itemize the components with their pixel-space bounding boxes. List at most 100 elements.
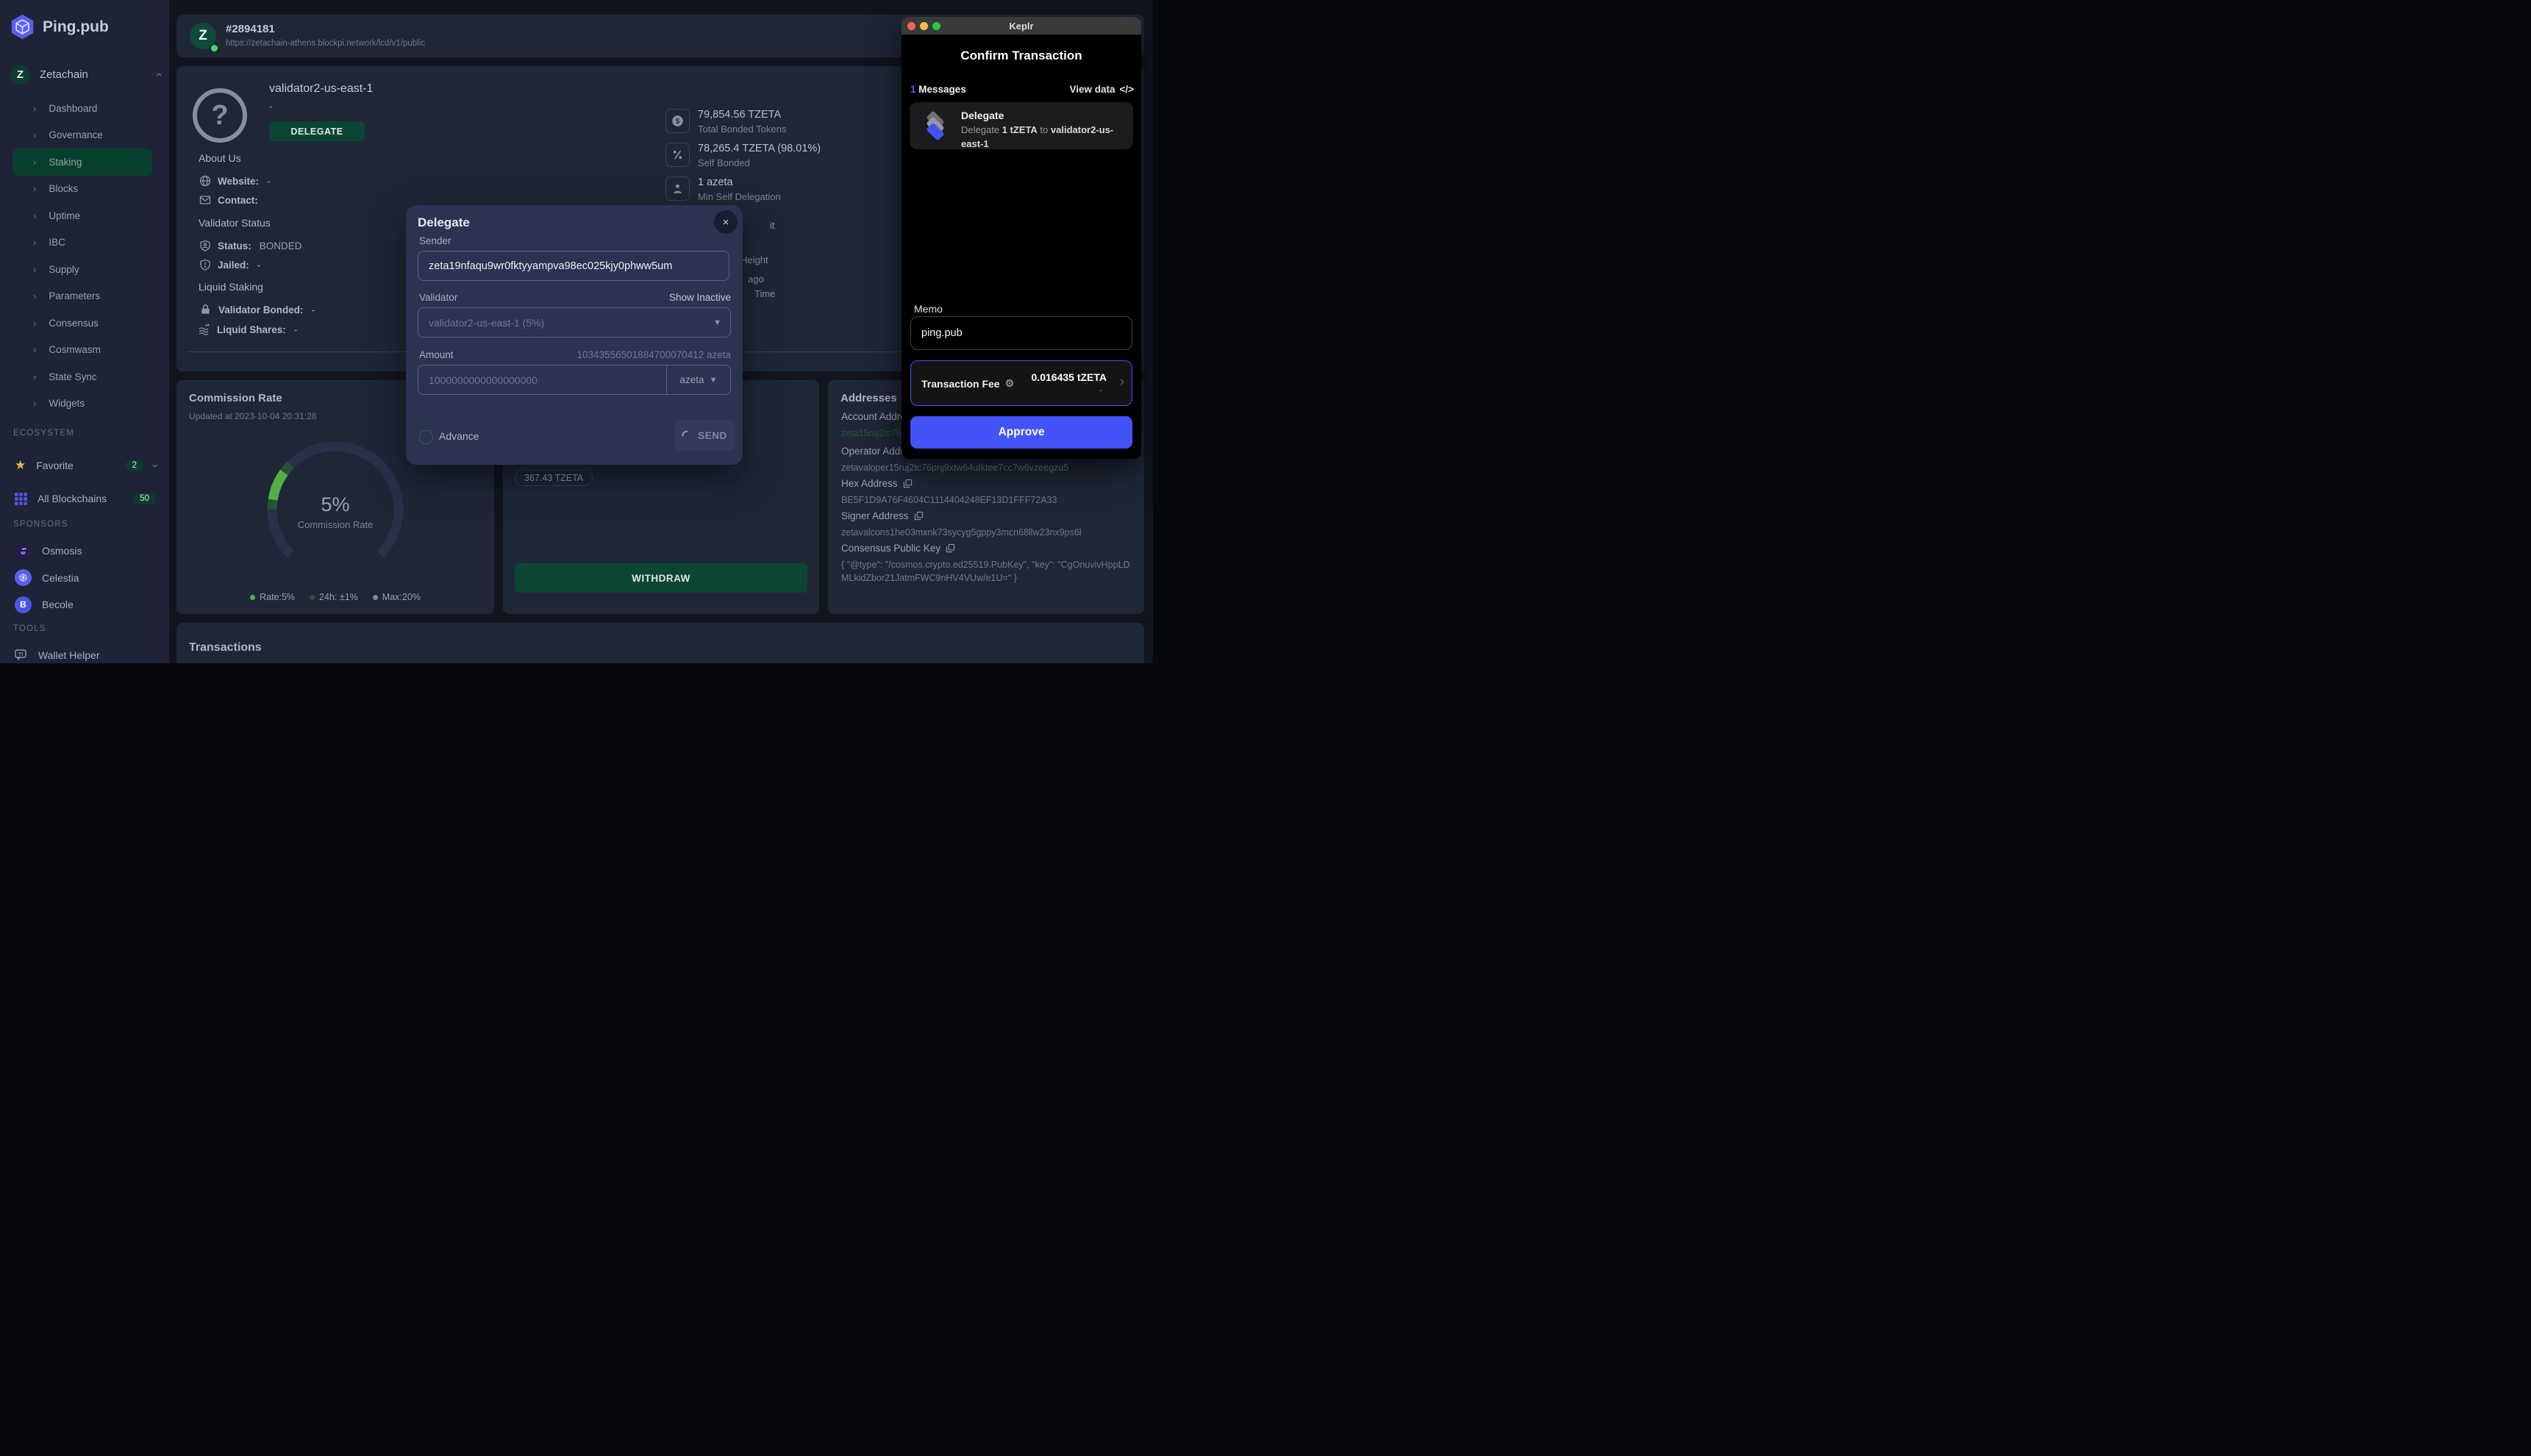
- brand[interactable]: Ping.pub: [9, 13, 109, 40]
- gauge-center: 5% Commission Rate: [247, 421, 424, 530]
- chevron-right-icon: ›: [33, 344, 36, 355]
- gauge-legend: Rate:5% 24h: ±1% Max:20%: [176, 592, 494, 602]
- jailed-row: Jailed: -: [199, 259, 260, 271]
- sidebar-item-parameters[interactable]: ›Parameters: [0, 283, 169, 310]
- sidebar-item-uptime[interactable]: ›Uptime: [0, 202, 169, 229]
- delegate-button[interactable]: DELEGATE: [269, 121, 365, 141]
- close-traffic-light[interactable]: [907, 22, 915, 30]
- amount-field: azeta▼: [418, 365, 731, 395]
- chevron-up-icon: ›: [152, 73, 165, 76]
- sidebar-item-favorite[interactable]: ★ Favorite 2 ›: [0, 452, 169, 479]
- page: Ping.pub Z Zetachain › ›Dashboard ›Gover…: [0, 0, 1153, 663]
- ecosystem-section-label: ECOSYSTEM: [13, 429, 74, 438]
- validator-description: -: [269, 101, 272, 112]
- favorite-count-badge: 2: [126, 460, 143, 471]
- chain-name: Zetachain: [40, 68, 147, 81]
- view-data-link[interactable]: View data</>: [1069, 84, 1134, 95]
- endpoint-url: https://zetachain-athens.blockpi.network…: [226, 39, 425, 48]
- brand-name: Ping.pub: [43, 18, 109, 36]
- globe-icon: [199, 175, 211, 187]
- obscured-stat-fragment: Height: [740, 254, 768, 265]
- stat-min-self-delegation: 1 azetaMin Self Delegation: [665, 176, 781, 202]
- transaction-fee-card[interactable]: Transaction Fee⚙ 0.016435 tZETA - ›: [910, 360, 1132, 406]
- copy-icon[interactable]: [914, 511, 924, 521]
- blockchains-count-badge: 50: [133, 493, 156, 504]
- advance-checkbox[interactable]: [419, 430, 433, 444]
- sidebar-item-widgets[interactable]: ›Widgets: [0, 390, 169, 418]
- amount-input[interactable]: [418, 365, 666, 394]
- sidebar: Ping.pub Z Zetachain › ›Dashboard ›Gover…: [0, 0, 169, 663]
- sender-input[interactable]: [418, 251, 729, 281]
- liquid-shares-icon: [199, 324, 210, 335]
- sidebar-item-blocks[interactable]: ›Blocks: [0, 176, 169, 203]
- sidebar-item-wallet-helper[interactable]: ?! Wallet Helper: [0, 642, 169, 663]
- sponsor-celestia[interactable]: Celestia: [0, 565, 169, 591]
- lock-icon: [200, 304, 212, 315]
- sidebar-item-cosmwasm[interactable]: ›Cosmwasm: [0, 337, 169, 364]
- copy-icon[interactable]: [946, 543, 955, 553]
- gear-icon[interactable]: ⚙: [1005, 377, 1015, 390]
- chevron-right-icon: ›: [33, 157, 36, 168]
- hex-address-value: BE5F1D9A76F4604C1114404248EF13D1FFF72A33: [841, 493, 1132, 507]
- wallet-helper-icon: ?!: [15, 649, 28, 661]
- sidebar-item-dashboard[interactable]: ›Dashboard: [0, 95, 169, 122]
- copy-icon[interactable]: [903, 479, 913, 488]
- send-button[interactable]: SEND: [675, 420, 734, 451]
- jailed-value: -: [257, 260, 261, 271]
- stat-total-bonded: $ 79,854.56 TZETATotal Bonded Tokens: [665, 109, 786, 135]
- spinner-icon: [682, 430, 693, 441]
- hex-address-label: Hex Address: [841, 478, 913, 489]
- contact-row: Contact:: [199, 194, 258, 206]
- caret-down-icon: ▼: [713, 318, 730, 327]
- messages-row: 1 Messages View data</>: [910, 84, 1134, 95]
- keplr-window: Keplr Confirm Transaction 1 Messages Vie…: [902, 17, 1141, 459]
- keplr-titlebar[interactable]: Keplr: [902, 17, 1141, 35]
- commission-title: Commission Rate: [189, 392, 282, 404]
- sidebar-item-state-sync[interactable]: ›State Sync: [0, 363, 169, 390]
- sidebar-item-staking[interactable]: ›Staking: [13, 149, 152, 176]
- withdraw-button[interactable]: WITHDRAW: [515, 563, 807, 593]
- coin-icon: $: [665, 109, 690, 133]
- show-inactive-toggle[interactable]: Show Inactive: [669, 292, 731, 303]
- validator-label: Validator: [419, 292, 457, 303]
- approve-button[interactable]: Approve: [910, 416, 1132, 449]
- shares-row: Liquid Shares: -: [199, 324, 297, 335]
- legend-dot: [250, 595, 255, 600]
- chevron-right-icon: ›: [33, 210, 36, 221]
- denom-select[interactable]: azeta▼: [666, 365, 730, 394]
- maximize-traffic-light[interactable]: [932, 22, 940, 30]
- close-icon[interactable]: ×: [714, 210, 738, 234]
- block-height[interactable]: #2894181: [226, 23, 275, 35]
- sponsor-osmosis[interactable]: Osmosis: [0, 538, 169, 564]
- chain-selector[interactable]: Z Zetachain ›: [10, 62, 160, 87]
- website-row: Website: -: [199, 175, 271, 187]
- chevron-right-icon: ›: [33, 237, 36, 248]
- chevron-right-icon: ›: [33, 398, 36, 409]
- keplr-window-title: Keplr: [1009, 21, 1033, 32]
- obscured-stat-fragment: Time: [754, 288, 775, 299]
- operator-address-value: zetavaloper15ruj2tc76pnj9xtw64utktee7cc7…: [841, 461, 1132, 474]
- code-icon: </>: [1119, 84, 1134, 95]
- shares-value: -: [294, 324, 298, 335]
- grid-icon: [15, 493, 27, 505]
- sidebar-item-ibc[interactable]: ›IBC: [0, 229, 169, 257]
- available-amount-hint: 10343556501884700070412 azeta: [577, 349, 731, 360]
- sponsor-becole[interactable]: B Becole: [0, 591, 169, 618]
- status-dot: [210, 43, 219, 53]
- sidebar-item-consensus[interactable]: ›Consensus: [0, 310, 169, 337]
- validator-select-value: validator2-us-east-1 (5%): [418, 317, 713, 329]
- consensus-key-label: Consensus Public Key: [841, 543, 955, 554]
- sidebar-item-governance[interactable]: ›Governance: [0, 122, 169, 149]
- legend-dot: [373, 595, 378, 600]
- minimize-traffic-light[interactable]: [920, 22, 928, 30]
- memo-input[interactable]: [910, 316, 1132, 350]
- fee-fiat-value: -: [1099, 385, 1102, 395]
- bonded-row: Validator Bonded: -: [200, 304, 315, 315]
- validator-avatar: ?: [193, 88, 247, 143]
- messages-count: 1: [910, 84, 916, 95]
- person-icon: [665, 176, 690, 201]
- sidebar-item-all-blockchains[interactable]: All Blockchains 50: [0, 485, 169, 512]
- celestia-icon: [15, 569, 32, 586]
- sidebar-item-supply[interactable]: ›Supply: [0, 256, 169, 283]
- validator-select[interactable]: validator2-us-east-1 (5%) ▼: [418, 307, 731, 338]
